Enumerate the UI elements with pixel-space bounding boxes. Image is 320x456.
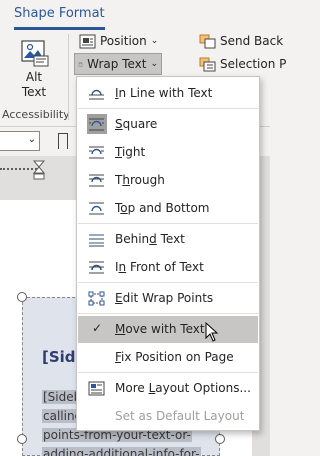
chevron-down-icon: ⌄ (27, 134, 36, 145)
edit-wrap-points-icon (88, 291, 105, 306)
chevron-down-icon: ⌄ (150, 36, 159, 46)
through-wrap-icon (89, 174, 104, 187)
menu-item-set-as-default-layout: Set as Default Layout (115, 409, 245, 423)
menu-item-move-with-text[interactable]: ✓ Move with Text (78, 316, 258, 343)
send-backward-icon (199, 34, 216, 48)
group-divider (68, 34, 69, 120)
menu-item-edit-wrap-points[interactable]: Edit Wrap Points (78, 285, 258, 312)
position-icon (79, 34, 96, 48)
send-backward-button[interactable]: Send Back (196, 30, 286, 52)
menu-item-in-line-with-text[interactable]: In Line with Text (78, 80, 258, 107)
bookmark-icon[interactable] (58, 133, 68, 149)
menu-separator (78, 108, 258, 109)
selection-pane-icon (199, 57, 216, 71)
wrap-text-menu: In Line with Text Square Tight Through T… (76, 76, 260, 431)
mouse-cursor-icon (205, 322, 219, 342)
menu-separator (78, 313, 258, 314)
alt-text-button[interactable]: Alt Text (6, 35, 62, 105)
menu-item-in-front-of-text[interactable]: In Front of Text (78, 254, 258, 281)
selection-pane-button[interactable]: Selection P (196, 53, 289, 75)
wrap-text-label: Wrap Text (87, 57, 147, 71)
tight-wrap-icon (89, 146, 104, 159)
alt-text-label-2: Text (21, 85, 47, 99)
layout-options-icon (88, 381, 105, 396)
menu-separator (78, 372, 258, 373)
in-front-of-text-icon (89, 261, 104, 274)
square-wrap-icon (89, 118, 104, 131)
resize-handle[interactable] (215, 434, 225, 444)
tab-shape-format[interactable]: Shape Format (14, 5, 105, 30)
menu-item-through[interactable]: Through (78, 167, 258, 194)
indent-marker-icon[interactable] (33, 160, 45, 180)
wrap-text-button[interactable]: Wrap Text ⌄ (74, 53, 162, 75)
selection-pane-label: Selection P (220, 57, 287, 71)
chevron-down-icon: ⌄ (150, 59, 158, 69)
wrap-text-icon (78, 62, 83, 66)
resize-handle[interactable] (17, 434, 27, 444)
menu-item-behind-text[interactable]: Behind Text (78, 226, 258, 253)
menu-item-square[interactable]: Square (78, 111, 258, 138)
menu-item-tight[interactable]: Tight (78, 139, 258, 166)
checkmark-icon: ✓ (92, 321, 103, 335)
style-combobox[interactable]: ⌄ (0, 131, 40, 151)
menu-separator (78, 282, 258, 283)
in-line-with-text-icon (89, 89, 104, 100)
position-label: Position (100, 34, 147, 48)
menu-item-top-and-bottom[interactable]: Top and Bottom (78, 195, 258, 222)
resize-handle[interactable] (17, 292, 27, 302)
group-label-accessibility: Accessibility (2, 108, 70, 121)
menu-item-fix-position-on-page[interactable]: Fix Position on Page (78, 344, 258, 371)
alt-text-label-1: Alt (25, 70, 43, 84)
top-and-bottom-icon (89, 202, 104, 215)
menu-item-more-layout-options[interactable]: More Layout Options... (78, 375, 258, 402)
alt-text-icon (21, 40, 49, 67)
behind-text-icon (89, 234, 104, 247)
sidebar-text-line: adding-additional-info-for- (42, 447, 201, 456)
menu-separator (78, 223, 258, 224)
send-backward-label: Send Back (220, 34, 284, 48)
position-button[interactable]: Position ⌄ (76, 30, 161, 52)
